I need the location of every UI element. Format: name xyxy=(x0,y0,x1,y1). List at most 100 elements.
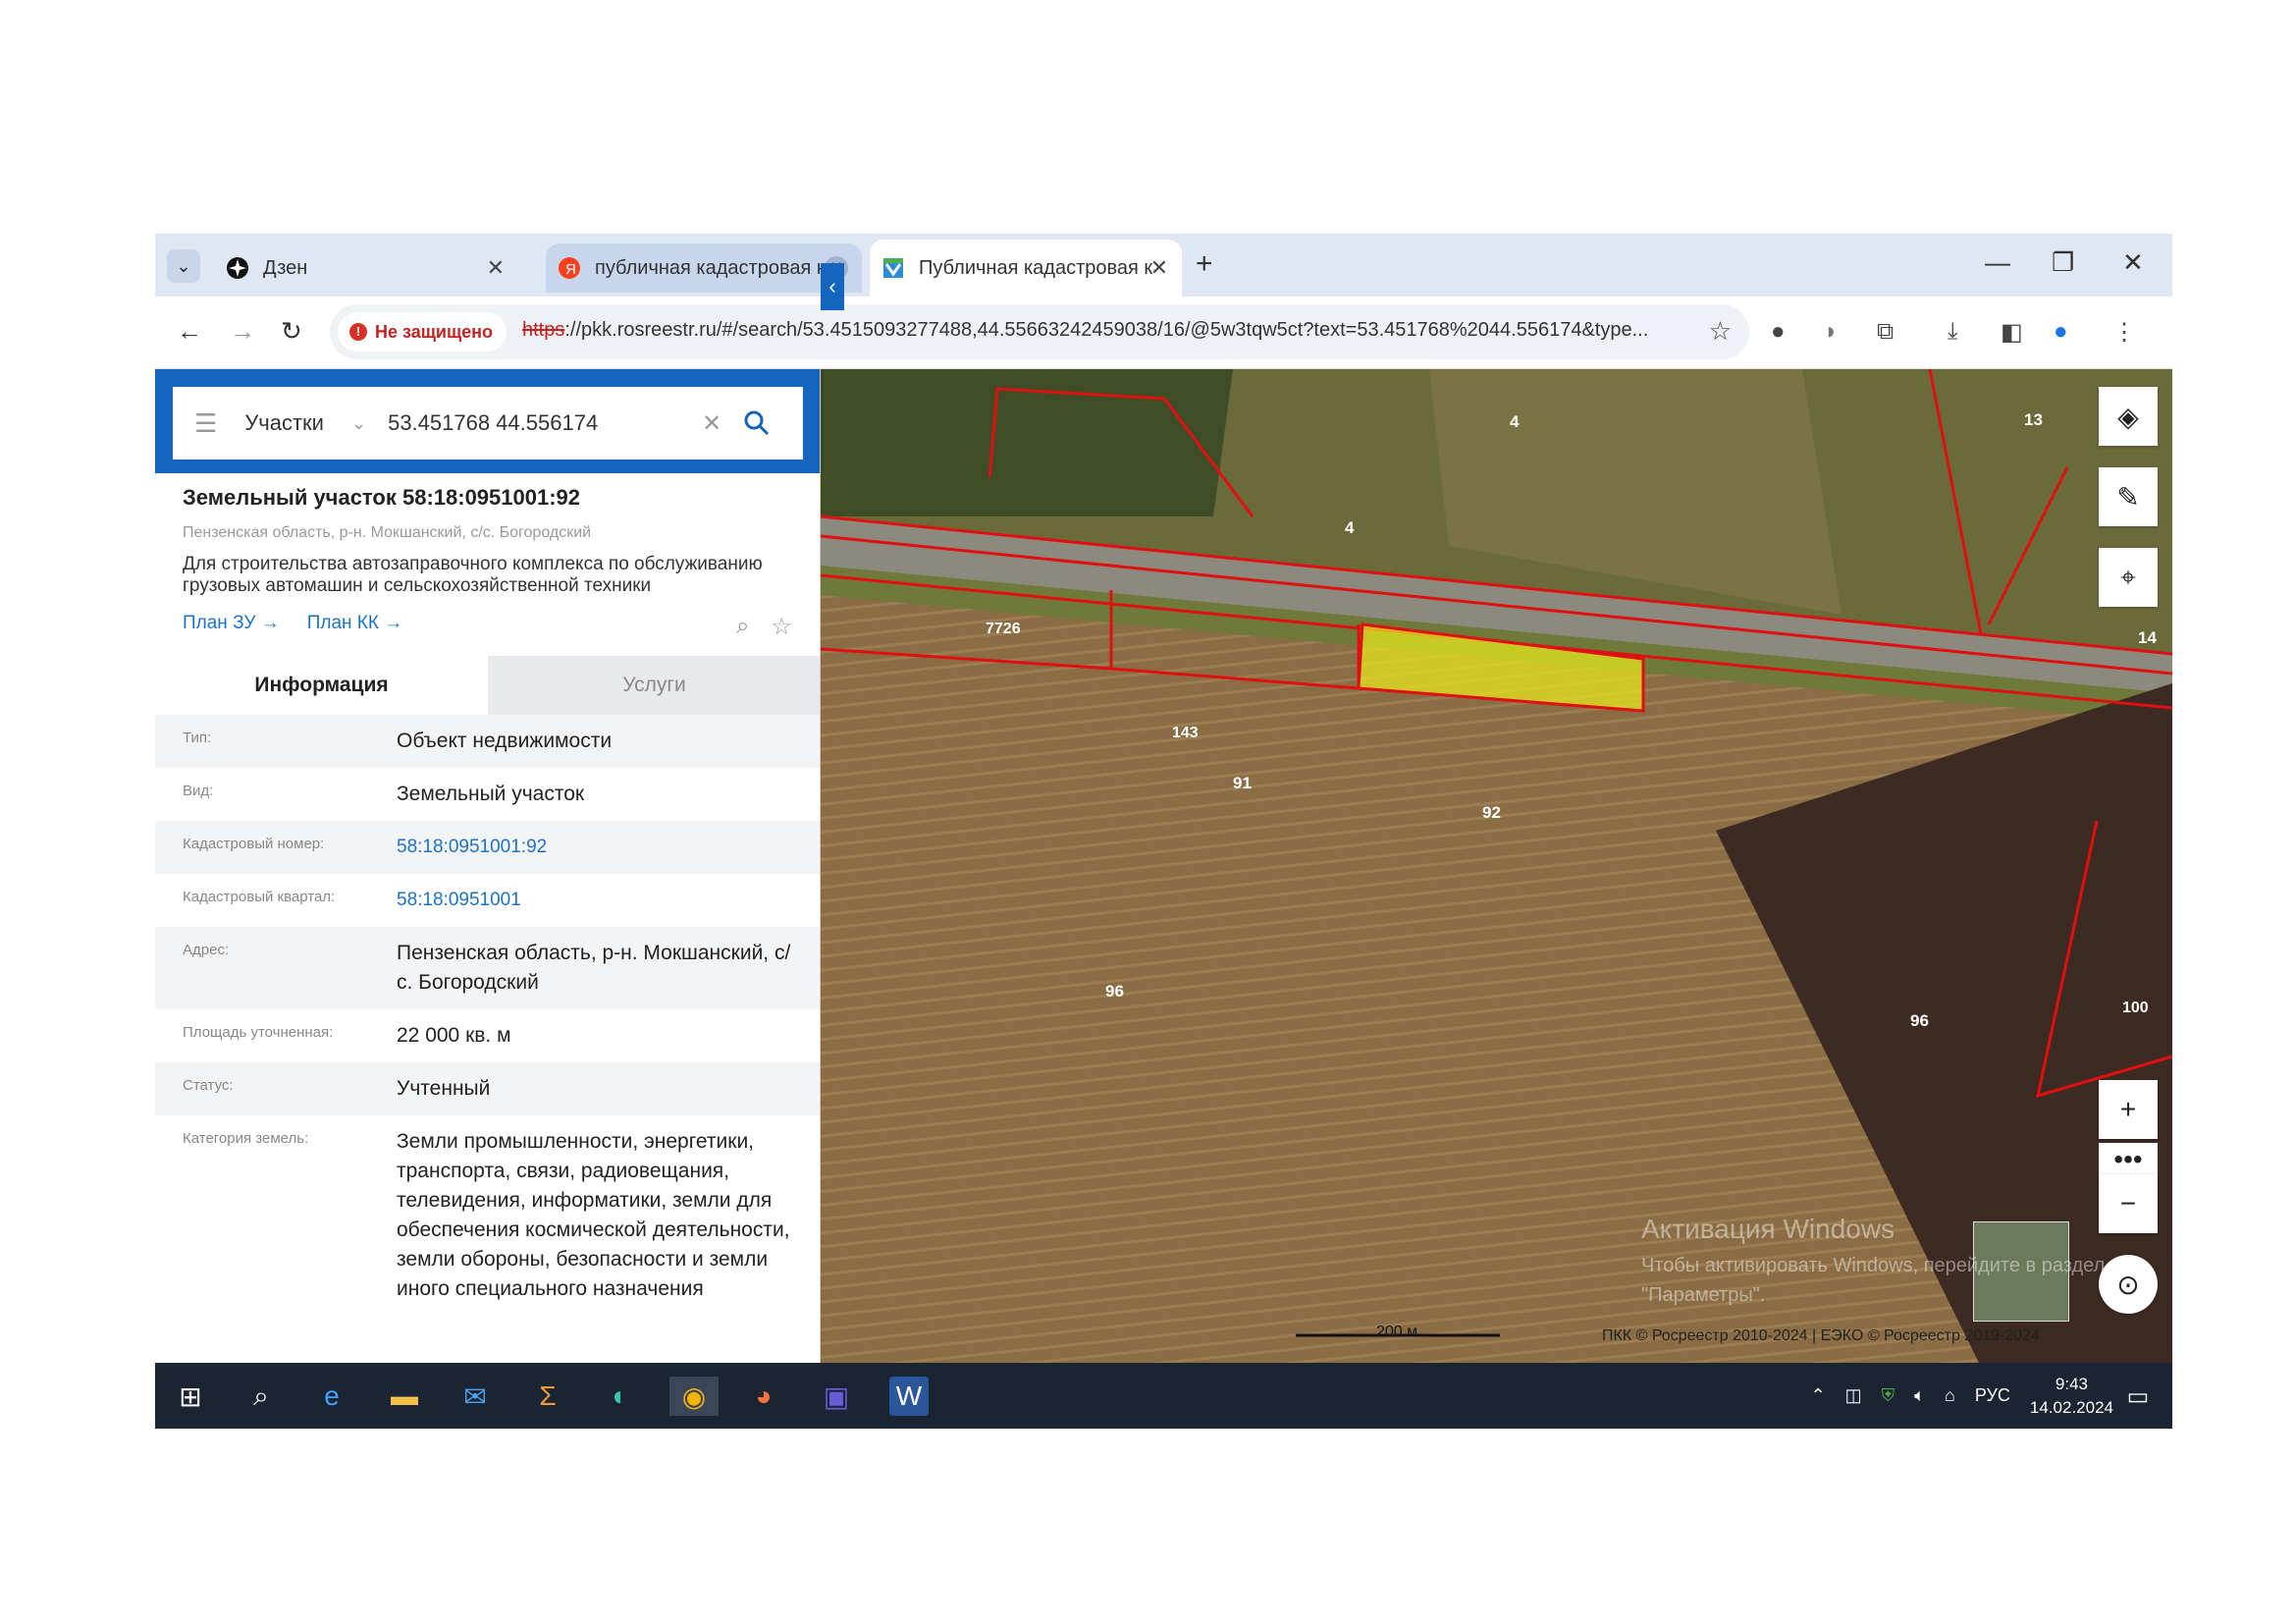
row-value: Учтенный xyxy=(397,1077,491,1100)
row-label: Тип: xyxy=(183,730,212,746)
internet-explorer-icon[interactable]: e xyxy=(312,1377,351,1416)
zoom-in-icon[interactable]: + xyxy=(2099,1080,2158,1139)
network-icon[interactable]: ⌂ xyxy=(1945,1385,1955,1406)
tab-services[interactable]: Услуги xyxy=(488,656,820,715)
map-view[interactable]: 4 13 4 14 7726 143 91 92 96 96 100 ◈ ✎ ⌖… xyxy=(821,369,2172,1363)
row-value: Земли промышленности, энергетики, трансп… xyxy=(397,1130,790,1300)
cadastral-quarter-link[interactable]: 58:18:0951001 xyxy=(397,886,799,915)
object-region: Пензенская область, р-н. Мокшанский, с/с… xyxy=(183,524,592,541)
tab-title: публичная кадастровая кар xyxy=(595,256,830,279)
layer-select[interactable]: Участки xyxy=(244,410,324,436)
object-actions: ⌕ ☆ xyxy=(736,613,792,641)
system-tray: ⌃ ◫ ⛨ 🔈︎ ⌂ РУС 9:43 14.02.2024 xyxy=(1811,1363,2113,1429)
chevron-down-icon[interactable]: ⌄ xyxy=(351,413,366,434)
url-text[interactable]: https://pkk.rosreestr.ru/#/search/53.451… xyxy=(522,319,1700,342)
scale-label: 200 м xyxy=(1376,1324,1418,1340)
firefox-icon[interactable]: ◕ xyxy=(744,1377,783,1416)
object-purpose: Для строительства автозаправочного компл… xyxy=(183,554,763,596)
plan-zu-link[interactable]: План ЗУ → xyxy=(183,613,280,634)
tab-yandex[interactable]: Я публичная кадастровая кар ✕ xyxy=(546,244,862,293)
sum-app-icon[interactable]: Σ xyxy=(528,1377,567,1416)
tab-list-chevron-icon[interactable]: ⌄ xyxy=(167,249,200,283)
file-explorer-icon[interactable]: ▬ xyxy=(385,1377,424,1416)
row-label: Адрес: xyxy=(183,942,230,958)
row-label: Площадь уточненная: xyxy=(183,1024,334,1041)
windows-start-icon[interactable]: ⊞ xyxy=(171,1377,210,1416)
minimize-icon[interactable]: — xyxy=(1985,247,2010,278)
info-sidebar: ☰ Участки ⌄ 53.451768 44.556174 ✕ Земель… xyxy=(155,369,821,1363)
search-bar: ☰ Участки ⌄ 53.451768 44.556174 ✕ xyxy=(155,369,820,473)
close-icon[interactable]: ✕ xyxy=(1150,255,1168,281)
reload-icon[interactable]: ↻ xyxy=(281,316,302,347)
row-label: Кадастровый номер: xyxy=(183,836,325,852)
row-label: Категория земель: xyxy=(183,1130,309,1147)
windows-activation-watermark: Активация Windows Чтобы активировать Win… xyxy=(1641,1214,2172,1310)
chevron-up-icon[interactable]: ⌃ xyxy=(1811,1385,1826,1406)
volume-icon[interactable]: 🔈︎ xyxy=(1914,1385,1925,1406)
security-shield-icon[interactable]: ⛨ xyxy=(1882,1385,1896,1406)
new-tab-button[interactable]: + xyxy=(1196,247,1213,281)
row-label: Кадастровый квартал: xyxy=(183,889,336,905)
extension-avatar-icon[interactable]: ● xyxy=(1771,318,1786,346)
info-row-type: Тип: Объект недвижимости xyxy=(155,715,820,768)
warning-icon: ! xyxy=(349,323,367,341)
close-window-icon[interactable]: ✕ xyxy=(2122,247,2144,278)
bookmark-star-icon[interactable]: ☆ xyxy=(1709,316,1732,347)
address-bar[interactable]: ! Не защищено https://pkk.rosreestr.ru/#… xyxy=(330,304,1749,359)
parcel-label: 4 xyxy=(1345,518,1355,537)
info-row-kind: Вид: Земельный участок xyxy=(155,768,820,821)
search-icon[interactable] xyxy=(743,409,771,437)
plan-kk-link[interactable]: План КК → xyxy=(307,613,403,634)
parcel-label: 91 xyxy=(1233,774,1252,792)
download-icon[interactable]: ⤓ xyxy=(1948,318,1958,346)
parcel-label: 4 xyxy=(1510,412,1520,431)
zoom-to-object-icon[interactable]: ⌕ xyxy=(736,613,749,641)
tab-dzen[interactable]: Дзен ✕ xyxy=(214,240,518,297)
favorite-star-icon[interactable]: ☆ xyxy=(771,613,792,641)
forward-icon[interactable]: → xyxy=(230,316,255,347)
clear-icon[interactable]: ✕ xyxy=(702,409,721,438)
side-panel-icon[interactable]: ◧ xyxy=(2001,318,2023,347)
svg-text:Я: Я xyxy=(565,261,576,278)
more-icon[interactable]: ••• xyxy=(2099,1143,2158,1176)
clock[interactable]: 9:43 14.02.2024 xyxy=(2030,1373,2113,1420)
back-icon[interactable]: ← xyxy=(177,316,202,347)
restore-icon[interactable]: ❐ xyxy=(2052,247,2074,278)
row-label: Вид: xyxy=(183,783,214,799)
ruler-icon[interactable]: ✎ xyxy=(2099,467,2158,526)
notifications-icon[interactable]: ▭ xyxy=(2118,1377,2158,1416)
layers-icon[interactable]: ◈ xyxy=(2099,387,2158,446)
tab-strip: ⌄ Дзен ✕ Я публичная кадастровая кар ✕ П… xyxy=(155,234,2172,297)
locate-icon[interactable]: ⌖ xyxy=(2099,548,2158,607)
save-disk-icon[interactable]: ▣ xyxy=(817,1377,856,1416)
rosreestr-icon xyxy=(883,258,903,278)
language-indicator[interactable]: РУС xyxy=(1975,1385,2010,1406)
tab-information[interactable]: Информация xyxy=(155,656,488,715)
search-input[interactable]: 53.451768 44.556174 xyxy=(388,410,682,436)
meet-icon[interactable]: ◫ xyxy=(1845,1385,1862,1406)
menu-kebab-icon[interactable]: ⋮ xyxy=(2112,318,2136,347)
cadastral-number-link[interactable]: 58:18:0951001:92 xyxy=(397,833,799,862)
activation-subtitle: Чтобы активировать Windows, перейдите в … xyxy=(1641,1255,2106,1306)
extension-icon[interactable]: ◗ xyxy=(1824,318,1839,346)
row-value: Земельный участок xyxy=(397,783,585,805)
parcel-label: 100 xyxy=(2122,1000,2149,1016)
url-scheme: https xyxy=(522,319,565,341)
security-chip[interactable]: ! Не защищено xyxy=(338,312,507,352)
info-row-cadastral-number: Кадастровый номер: 58:18:0951001:92 xyxy=(155,821,820,874)
collapse-sidebar-icon[interactable]: ‹ xyxy=(821,263,844,310)
extensions-puzzle-icon[interactable]: ⧉ xyxy=(1877,318,1894,346)
search-icon[interactable]: ⌕ xyxy=(241,1377,281,1416)
edge-icon[interactable]: ◐ xyxy=(601,1377,640,1416)
parcel-label: 14 xyxy=(2138,628,2157,647)
row-value: Объект недвижимости xyxy=(397,730,613,752)
time: 9:43 xyxy=(2055,1374,2088,1393)
profile-icon[interactable]: ● xyxy=(2054,318,2068,346)
word-icon[interactable]: W xyxy=(889,1377,929,1416)
search-box: ☰ Участки ⌄ 53.451768 44.556174 ✕ xyxy=(173,387,803,460)
mail-icon[interactable]: ✉ xyxy=(455,1377,495,1416)
close-icon[interactable]: ✕ xyxy=(487,255,505,281)
chrome-icon[interactable]: ◉ xyxy=(669,1377,719,1416)
tab-pkk[interactable]: Публичная кадастровая ка ✕ xyxy=(870,240,1182,297)
hamburger-menu-icon[interactable]: ☰ xyxy=(194,408,217,439)
